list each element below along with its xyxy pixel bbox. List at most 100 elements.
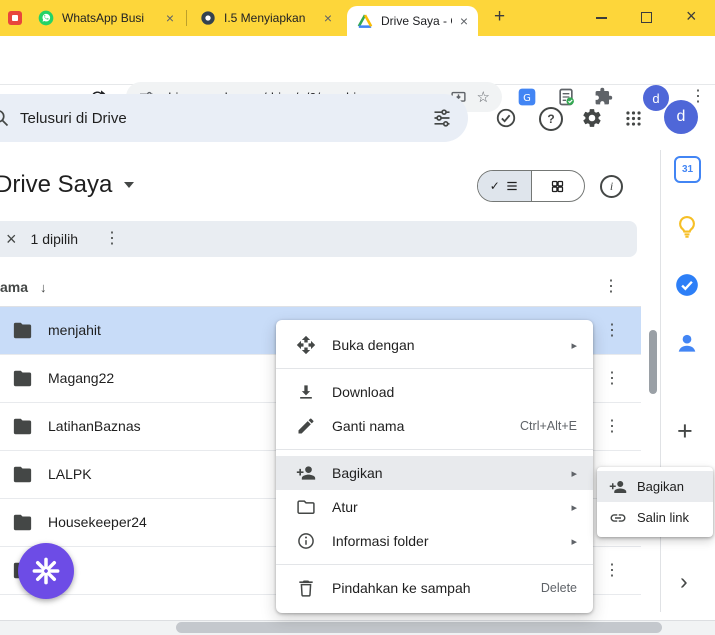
selection-count-label: 1 dipilih	[31, 231, 78, 247]
bookmark-star-icon[interactable]: ☆	[477, 90, 490, 105]
window-app-icon	[8, 11, 22, 25]
info-icon	[296, 531, 316, 551]
browser-menu-kebab[interactable]: ⋮	[690, 89, 706, 105]
drive-profile-avatar[interactable]: d	[664, 100, 698, 134]
search-placeholder[interactable]: Telusuri di Drive	[20, 110, 422, 127]
folder-name: LatihanBaznas	[48, 403, 141, 450]
extensions-puzzle-icon[interactable]	[594, 87, 613, 106]
list-icon	[505, 179, 519, 193]
tab-close-icon[interactable]: ×	[460, 14, 468, 28]
open-with-icon	[296, 335, 316, 355]
column-options-kebab[interactable]: ⋮	[603, 279, 619, 295]
grid-icon	[550, 179, 565, 194]
grid-view-segment[interactable]	[532, 171, 585, 201]
submenu-item-share[interactable]: Bagikan	[597, 471, 713, 502]
tab-title: I.5 Menyiapkan	[224, 11, 316, 25]
name-column-header[interactable]: ama	[0, 279, 28, 295]
folder-name: Housekeeper24	[48, 499, 147, 546]
offline-status-icon[interactable]	[495, 107, 517, 129]
folder-name: Magang22	[48, 355, 114, 402]
share-person-add-icon	[296, 463, 316, 483]
rename-pencil-icon	[296, 416, 316, 436]
page-title: Drive Saya	[0, 171, 112, 199]
selection-toolbar: × 1 dipilih ⋮	[0, 221, 637, 257]
my-drive-title-dropdown[interactable]: Drive Saya	[0, 171, 134, 199]
notes-extension-icon[interactable]	[556, 87, 576, 107]
help-icon[interactable]: ?	[539, 107, 563, 131]
submenu-arrow-icon: ▸	[571, 501, 577, 514]
trash-icon	[296, 578, 316, 598]
row-more-kebab[interactable]: ⋮	[604, 323, 620, 339]
row-more-kebab[interactable]: ⋮	[604, 563, 620, 579]
tab-close-icon[interactable]: ×	[324, 11, 332, 25]
menu-item-label: Pindahkan ke sampah	[332, 580, 525, 596]
settings-gear-icon[interactable]	[581, 107, 603, 129]
window-close-button[interactable]: ×	[686, 7, 697, 25]
menu-shortcut: Delete	[541, 581, 577, 595]
menu-item-label: Download	[332, 384, 577, 400]
browser-profile-avatar[interactable]: d	[643, 85, 669, 111]
new-tab-button[interactable]: +	[494, 7, 505, 26]
selection-more-kebab[interactable]: ⋮	[104, 231, 120, 247]
contacts-icon[interactable]	[674, 330, 700, 356]
submenu-item-copy-link[interactable]: Salin link	[597, 502, 713, 533]
keep-icon[interactable]	[674, 214, 700, 240]
menu-divider	[276, 449, 593, 450]
side-panel-expand-chevron-icon[interactable]: ›	[680, 570, 688, 593]
tab-drive-active[interactable]: Drive Saya - Go ×	[347, 6, 478, 36]
menu-item-organize[interactable]: Atur ▸	[276, 490, 593, 524]
tab-close-icon[interactable]: ×	[166, 11, 174, 25]
google-drive-icon	[357, 13, 373, 29]
window-maximize-button[interactable]	[641, 12, 652, 23]
search-options-icon[interactable]	[432, 108, 452, 128]
annotation-fab[interactable]	[18, 543, 74, 599]
google-apps-grid-icon[interactable]	[624, 109, 643, 128]
details-info-icon[interactable]: i	[600, 175, 623, 198]
list-view-segment[interactable]: ✓	[478, 171, 532, 201]
menu-item-label: Buka dengan	[332, 337, 555, 353]
translate-extension-icon[interactable]: G	[517, 87, 537, 107]
browser-window: WhatsApp Busi × I.5 Menyiapkan × Drive S…	[0, 0, 715, 635]
clear-selection-icon[interactable]: ×	[6, 230, 17, 248]
side-panel-divider	[660, 150, 661, 612]
calendar-icon[interactable]: 31	[674, 156, 701, 183]
share-submenu: Bagikan Salin link	[597, 467, 713, 537]
menu-item-open-with[interactable]: Buka dengan ▸	[276, 328, 593, 362]
submenu-item-label: Salin link	[637, 510, 689, 525]
asterisk-icon	[32, 557, 60, 585]
tasks-icon[interactable]	[674, 272, 700, 298]
content-scrollbar-thumb[interactable]	[649, 330, 657, 394]
menu-divider	[276, 368, 593, 369]
menu-item-share[interactable]: Bagikan ▸	[276, 456, 593, 490]
browser-titlebar: WhatsApp Busi × I.5 Menyiapkan × Drive S…	[0, 0, 715, 36]
menu-item-trash[interactable]: Pindahkan ke sampah Delete	[276, 571, 593, 605]
row-more-kebab[interactable]: ⋮	[604, 371, 620, 387]
submenu-arrow-icon: ▸	[571, 467, 577, 480]
submenu-arrow-icon: ▸	[571, 535, 577, 548]
tab-document[interactable]: I.5 Menyiapkan ×	[192, 0, 340, 36]
side-panel-add-button[interactable]: +	[677, 418, 693, 445]
folder-name: LALPK	[48, 451, 92, 498]
menu-item-label: Informasi folder	[332, 533, 555, 549]
tab-whatsapp[interactable]: WhatsApp Busi ×	[30, 0, 182, 36]
menu-item-label: Bagikan	[332, 465, 555, 481]
table-column-header: ama ↓ ⋮	[0, 268, 641, 307]
tab-title: Drive Saya - Go	[381, 14, 452, 28]
sort-descending-icon[interactable]: ↓	[40, 280, 47, 295]
download-icon	[296, 382, 316, 402]
browser-toolbar: ← → drive.google.com/drive/u/0/my-drive …	[0, 36, 715, 85]
menu-divider	[276, 564, 593, 565]
menu-shortcut: Ctrl+Alt+E	[520, 419, 577, 433]
search-icon	[0, 108, 10, 128]
view-toggle: ✓	[477, 170, 585, 202]
window-minimize-button[interactable]	[596, 17, 607, 19]
menu-item-download[interactable]: Download	[276, 375, 593, 409]
drive-search-bar[interactable]: Telusuri di Drive	[0, 94, 468, 142]
row-more-kebab[interactable]: ⋮	[604, 419, 620, 435]
horizontal-scrollbar-thumb[interactable]	[176, 622, 662, 633]
menu-item-folder-info[interactable]: Informasi folder ▸	[276, 524, 593, 558]
menu-item-rename[interactable]: Ganti nama Ctrl+Alt+E	[276, 409, 593, 443]
svg-text:G: G	[523, 93, 531, 104]
link-icon	[609, 509, 627, 527]
submenu-item-label: Bagikan	[637, 479, 684, 494]
